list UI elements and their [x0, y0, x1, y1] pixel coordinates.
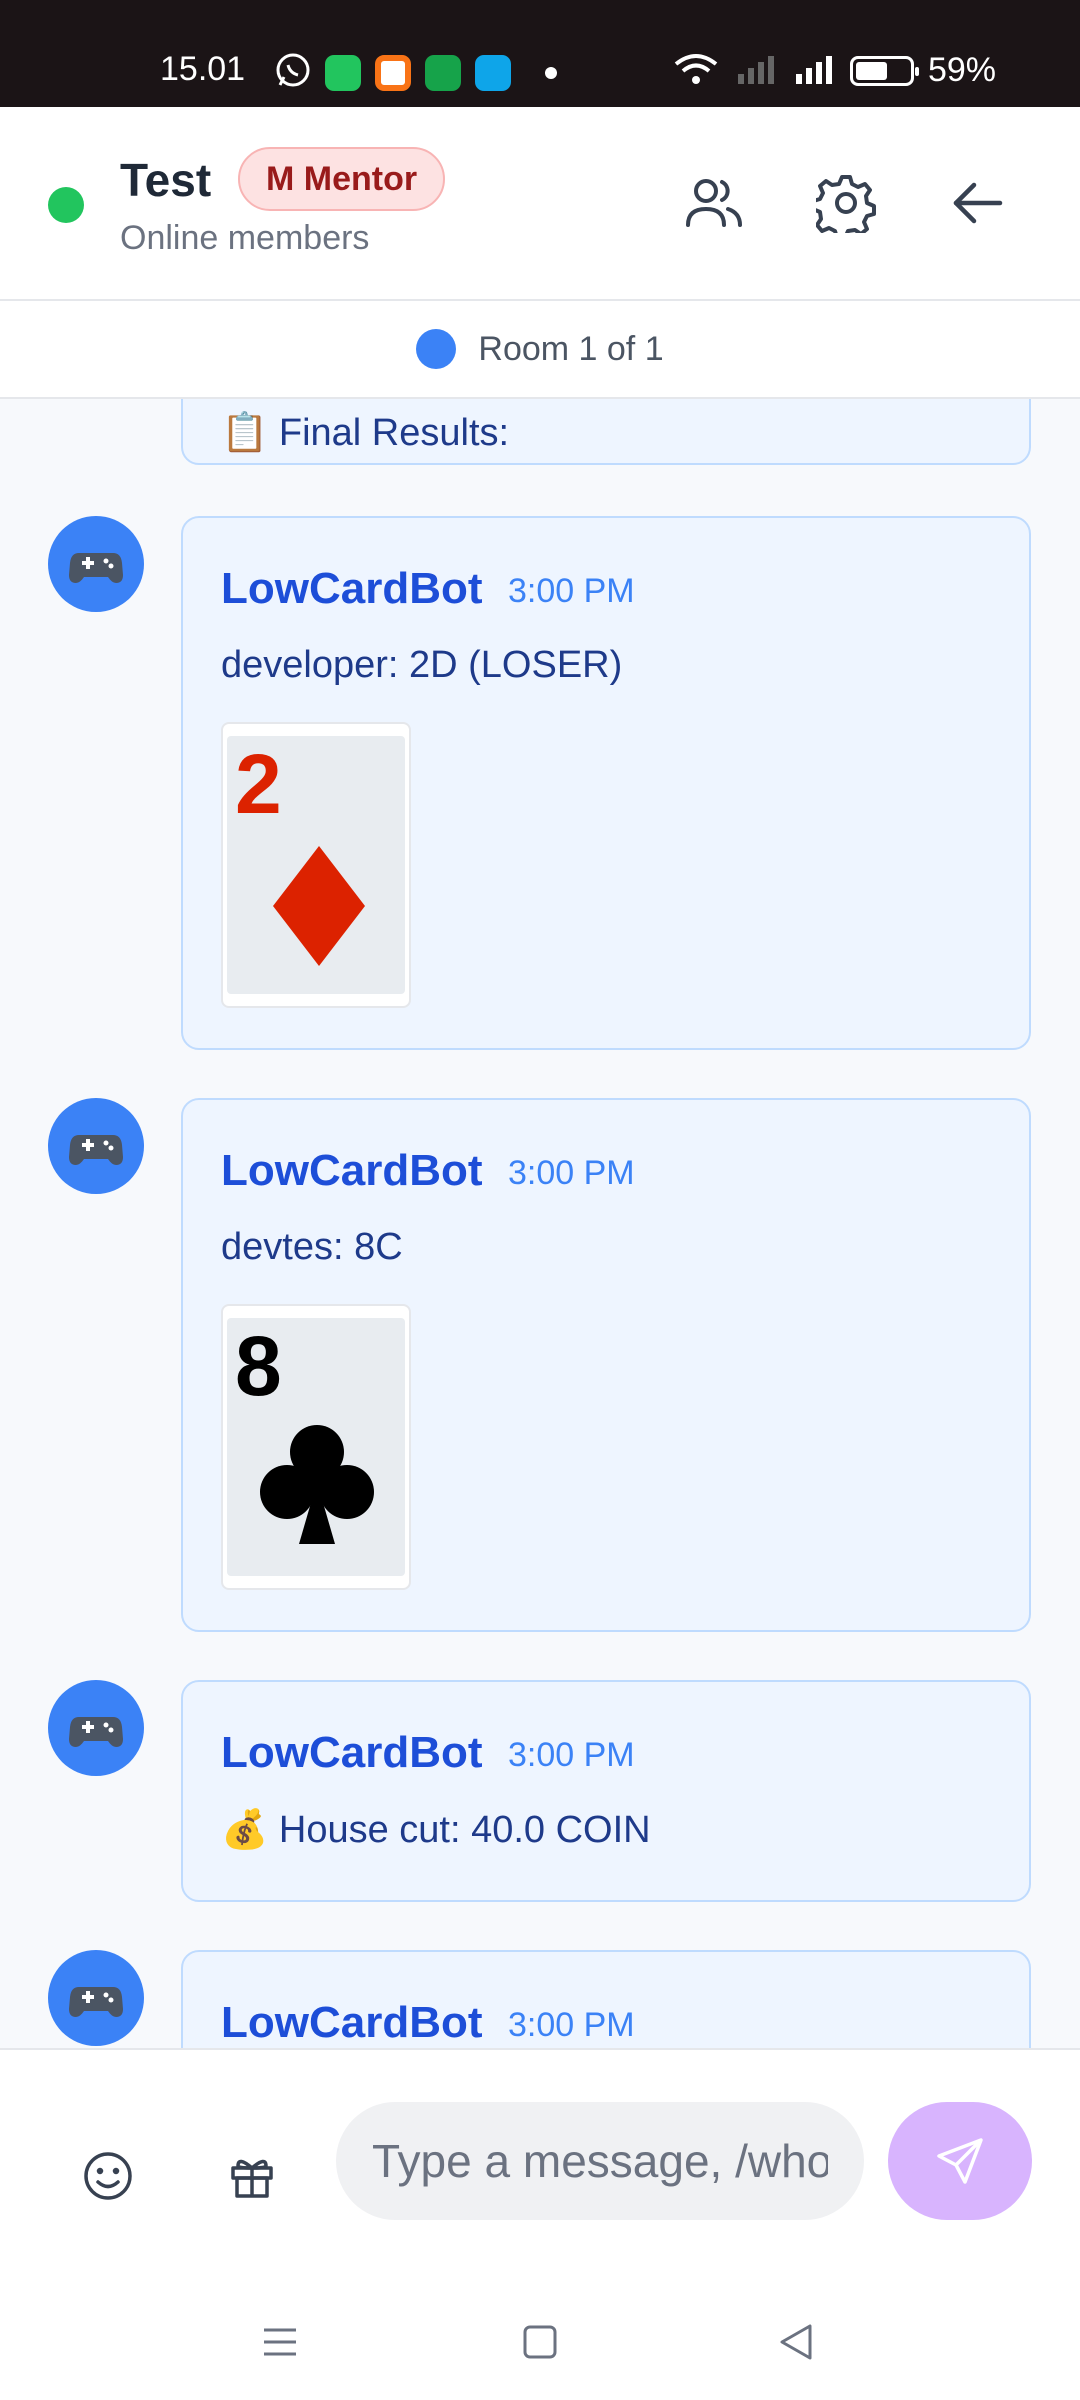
- message-bubble: LowCardBot 3:00 PM: [181, 1950, 1031, 2048]
- message-sender: LowCardBot: [221, 1998, 483, 2047]
- role-badge: M Mentor: [238, 147, 446, 211]
- message-text: 💰 House cut: 40.0 COIN: [221, 1809, 651, 1851]
- battery-icon: [849, 55, 919, 86]
- message-sender: LowCardBot: [221, 1728, 483, 1777]
- gamepad-icon: [69, 1717, 123, 1747]
- signal-icon: [792, 50, 836, 91]
- message-sender: LowCardBot: [221, 564, 483, 613]
- gamepad-icon: [69, 1135, 123, 1165]
- bot-avatar[interactable]: [48, 516, 144, 612]
- playing-card: 8: [221, 1304, 411, 1590]
- gift-icon[interactable]: [216, 2140, 288, 2212]
- app-orange-icon: [375, 54, 411, 91]
- back-nav-icon[interactable]: [766, 2312, 826, 2372]
- message-text: developer: 2D (LOSER): [221, 644, 623, 686]
- gamepad-icon: [69, 1987, 123, 2017]
- whatsapp-icon: [275, 52, 311, 93]
- battery-percent: 59%: [927, 51, 996, 89]
- online-members-link[interactable]: Online members: [120, 219, 369, 258]
- gamepad-icon: [69, 553, 123, 583]
- club-suit-icon: [260, 1425, 374, 1544]
- message-time: 3:00 PM: [508, 1154, 635, 1192]
- message-bubble: 📋 Final Results:: [181, 399, 1031, 465]
- message-item: 📋 Final Results:: [0, 399, 1080, 469]
- message-item: LowCardBot 3:00 PM: [0, 1950, 1080, 2048]
- messages-icon: [425, 54, 461, 91]
- send-icon: [937, 2138, 983, 2184]
- message-time: 3:00 PM: [508, 2006, 635, 2044]
- system-indicators: 59%: [672, 50, 996, 91]
- back-arrow-icon[interactable]: [942, 167, 1014, 239]
- send-button[interactable]: [888, 2102, 1032, 2220]
- message-item: LowCardBot 3:00 PM developer: 2D (LOSER)…: [0, 516, 1080, 1050]
- bot-avatar[interactable]: [48, 1098, 144, 1194]
- message-time: 3:00 PM: [508, 1736, 635, 1774]
- room-counter: Room 1 of 1: [478, 329, 664, 368]
- message-sender: LowCardBot: [221, 1146, 483, 1195]
- more-notifications-dot: [545, 66, 557, 79]
- message-text: 📋 Final Results:: [221, 412, 510, 454]
- bot-avatar[interactable]: [48, 1680, 144, 1776]
- message-input[interactable]: [336, 2102, 864, 2220]
- message-bubble: LowCardBot 3:00 PM 💰 House cut: 40.0 COI…: [181, 1680, 1031, 1902]
- diamond-suit-icon: [273, 846, 365, 966]
- room-indicator[interactable]: Room 1 of 1: [0, 301, 1080, 399]
- message-bubble: LowCardBot 3:00 PM devtes: 8C 8: [181, 1098, 1031, 1632]
- bot-avatar[interactable]: [48, 1950, 144, 2046]
- status-bar: 15.01 59%: [0, 0, 1080, 107]
- notification-icons: [275, 52, 557, 93]
- users-icon[interactable]: [678, 167, 750, 239]
- online-status-dot: [48, 187, 84, 223]
- playing-card: 2: [221, 722, 411, 1008]
- message-item: LowCardBot 3:00 PM 💰 House cut: 40.0 COI…: [0, 1680, 1080, 1902]
- card-rank: 8: [235, 1319, 282, 1413]
- gear-icon[interactable]: [810, 167, 882, 239]
- app-green-icon: [325, 54, 361, 91]
- chat-header: Test M Mentor Online members: [0, 107, 1080, 301]
- message-item: LowCardBot 3:00 PM devtes: 8C 8: [0, 1098, 1080, 1632]
- message-input-bar: [0, 2048, 1080, 2268]
- app-blue-icon: [475, 54, 511, 91]
- card-rank: 2: [235, 737, 282, 831]
- wifi-icon: [672, 50, 720, 91]
- emoji-icon[interactable]: [72, 2140, 144, 2212]
- message-time: 3:00 PM: [508, 572, 635, 610]
- battery-fill: [855, 61, 887, 80]
- home-nav-icon[interactable]: [510, 2312, 570, 2372]
- signal-muted-icon: [734, 50, 778, 91]
- room-dot: [416, 329, 457, 369]
- message-text: devtes: 8C: [221, 1226, 403, 1268]
- status-time: 15.01: [160, 50, 246, 88]
- menu-nav-icon[interactable]: [250, 2312, 310, 2372]
- message-bubble: LowCardBot 3:00 PM developer: 2D (LOSER)…: [181, 516, 1031, 1050]
- room-title: Test: [120, 154, 212, 206]
- system-navigation-bar: [0, 2268, 1080, 2400]
- chat-messages[interactable]: 📋 Final Results: LowCardBot 3:00 PM deve…: [0, 399, 1080, 2048]
